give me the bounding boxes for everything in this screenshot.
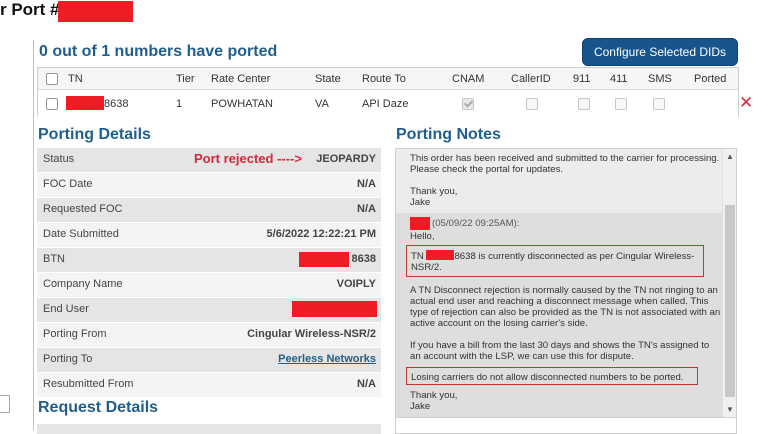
col-411[interactable]: 411: [610, 72, 628, 86]
col-callerid[interactable]: CallerID: [511, 72, 551, 86]
note-greeting: Hello,: [410, 231, 435, 242]
redacted-btn-prefix: [299, 252, 349, 267]
porting-notes-panel[interactable]: This order has been received and submitt…: [395, 148, 737, 418]
note-header: (05/09/22 09:25AM):: [410, 217, 722, 231]
detail-row-company-name: Company Name VOIPLY: [37, 273, 381, 298]
col-tn[interactable]: TN: [68, 72, 83, 86]
note-timestamp: (05/09/22 09:25AM):: [432, 218, 520, 229]
redacted-tn-prefix: [66, 96, 104, 110]
scroll-down-icon[interactable]: ▼: [726, 405, 734, 415]
note-input[interactable]: [395, 418, 737, 434]
note-entry: (05/09/22 09:25AM): Hello, TN 8638 is cu…: [396, 213, 722, 417]
detail-row-resubmitted-from: Resubmitted From N/A: [37, 373, 381, 398]
note-body: This order has been received and submitt…: [410, 153, 720, 175]
requested-foc-value: N/A: [357, 203, 376, 215]
highlight-disconnected: TN 8638 is currently disconnected as per…: [406, 245, 704, 277]
notes-scrollbar[interactable]: ▲ ▼: [722, 149, 736, 417]
note-signature: Jake: [410, 401, 431, 412]
note-thanks: Thank you,: [410, 390, 458, 401]
detail-row-porting-to: Porting To Peerless Networks: [37, 348, 381, 373]
scroll-up-icon[interactable]: ▲: [726, 152, 734, 162]
date-submitted-value: 5/6/2022 12:22:21 PM: [266, 228, 376, 240]
note-paragraph: A TN Disconnect rejection is normally ca…: [410, 285, 721, 329]
route-to-value: API Daze: [362, 98, 409, 110]
select-all-checkbox[interactable]: [46, 73, 58, 85]
detail-row-date-submitted: Date Submitted 5/6/2022 12:22:21 PM: [37, 223, 381, 248]
page-heading: r Port #: [0, 0, 133, 26]
content-divider: [33, 40, 34, 430]
status-value: JEOPARDY: [316, 153, 376, 165]
detail-row-foc-date: FOC Date N/A: [37, 173, 381, 198]
col-rate-center[interactable]: Rate Center: [211, 72, 270, 86]
dir411-checkbox[interactable]: [615, 98, 627, 110]
note-tn-text: 8638 is currently disconnected as per Ci…: [411, 251, 695, 273]
table-row: 8638 1 POWHATAN VA API Daze ✕: [38, 90, 753, 117]
redacted-author: [410, 217, 430, 230]
tn-suffix: 8638: [104, 98, 129, 110]
detail-label: FOC Date: [43, 178, 93, 190]
note-thanks: Thank you,: [410, 186, 458, 197]
col-route-to[interactable]: Route To: [362, 72, 406, 86]
detail-row-requested-foc: Requested FOC N/A: [37, 198, 381, 223]
porting-to-link[interactable]: Peerless Networks: [278, 353, 376, 365]
detail-label: Porting From: [43, 328, 107, 340]
tier-value: 1: [176, 98, 183, 110]
port-rejected-annotation: Port rejected ---->: [194, 151, 302, 166]
highlight-losing-carriers: Losing carriers do not allow disconnecte…: [406, 367, 698, 385]
redacted-tn: [426, 250, 455, 260]
col-tier[interactable]: Tier: [176, 72, 195, 86]
note-signature: Jake: [410, 197, 431, 208]
porting-details-panel: Status Port rejected ----> JEOPARDY FOC …: [37, 148, 381, 398]
close-x-icon: ✕: [739, 93, 754, 113]
col-ported[interactable]: Ported: [694, 72, 726, 86]
col-state[interactable]: State: [315, 72, 341, 86]
detail-label: Date Submitted: [43, 228, 119, 240]
redacted-end-user: [292, 301, 377, 317]
detail-label: Resubmitted From: [43, 378, 134, 390]
request-details-row: [37, 424, 381, 434]
detail-row-porting-from: Porting From Cingular Wireless-NSR/2: [37, 323, 381, 348]
request-details-title: Request Details: [38, 399, 159, 416]
left-edge-panel: [0, 395, 10, 413]
detail-label: Status: [43, 153, 75, 165]
cnam-checkbox[interactable]: [462, 98, 474, 110]
porting-from-value: Cingular Wireless-NSR/2: [247, 328, 376, 340]
detail-label: End User: [43, 303, 89, 315]
detail-label: BTN: [43, 253, 65, 265]
redacted-port-number: [58, 1, 133, 22]
configure-selected-dids-button[interactable]: Configure Selected DIDs: [582, 38, 738, 66]
detail-label: Company Name: [43, 278, 123, 290]
note-entry: This order has been received and submitt…: [396, 149, 722, 213]
porting-details-title: Porting Details: [38, 126, 151, 143]
porting-notes-title: Porting Notes: [396, 126, 501, 143]
rate-center-value: POWHATAN: [211, 98, 273, 110]
state-value: VA: [315, 98, 329, 110]
row-select-checkbox[interactable]: [46, 98, 58, 110]
col-cnam[interactable]: CNAM: [452, 72, 484, 86]
btn-value: 8638: [351, 253, 376, 265]
note-paragraph: Losing carriers do not allow disconnecte…: [411, 372, 684, 383]
did-table-header: TN Tier Rate Center State Route To CNAM …: [38, 68, 738, 90]
foc-date-value: N/A: [357, 178, 376, 190]
col-911[interactable]: 911: [573, 72, 591, 86]
scroll-thumb[interactable]: [725, 205, 735, 397]
detail-row-status: Status Port rejected ----> JEOPARDY: [37, 148, 381, 173]
e911-checkbox[interactable]: [578, 98, 590, 110]
note-paragraph: If you have a bill from the last 30 days…: [410, 340, 710, 362]
resubmitted-from-value: N/A: [357, 378, 376, 390]
company-name-value: VOIPLY: [336, 278, 376, 290]
page-heading-text: r Port #: [0, 0, 60, 19]
did-table: TN Tier Rate Center State Route To CNAM …: [37, 67, 753, 117]
callerid-checkbox[interactable]: [526, 98, 538, 110]
detail-row-end-user: End User: [37, 298, 381, 323]
col-sms[interactable]: SMS: [648, 72, 672, 86]
tn-prefix: TN: [411, 251, 424, 262]
detail-label: Porting To: [43, 353, 93, 365]
sms-checkbox[interactable]: [653, 98, 665, 110]
detail-label: Requested FOC: [43, 203, 123, 215]
ported-summary: 0 out of 1 numbers have ported: [39, 43, 278, 60]
detail-row-btn: BTN 8638: [37, 248, 381, 273]
